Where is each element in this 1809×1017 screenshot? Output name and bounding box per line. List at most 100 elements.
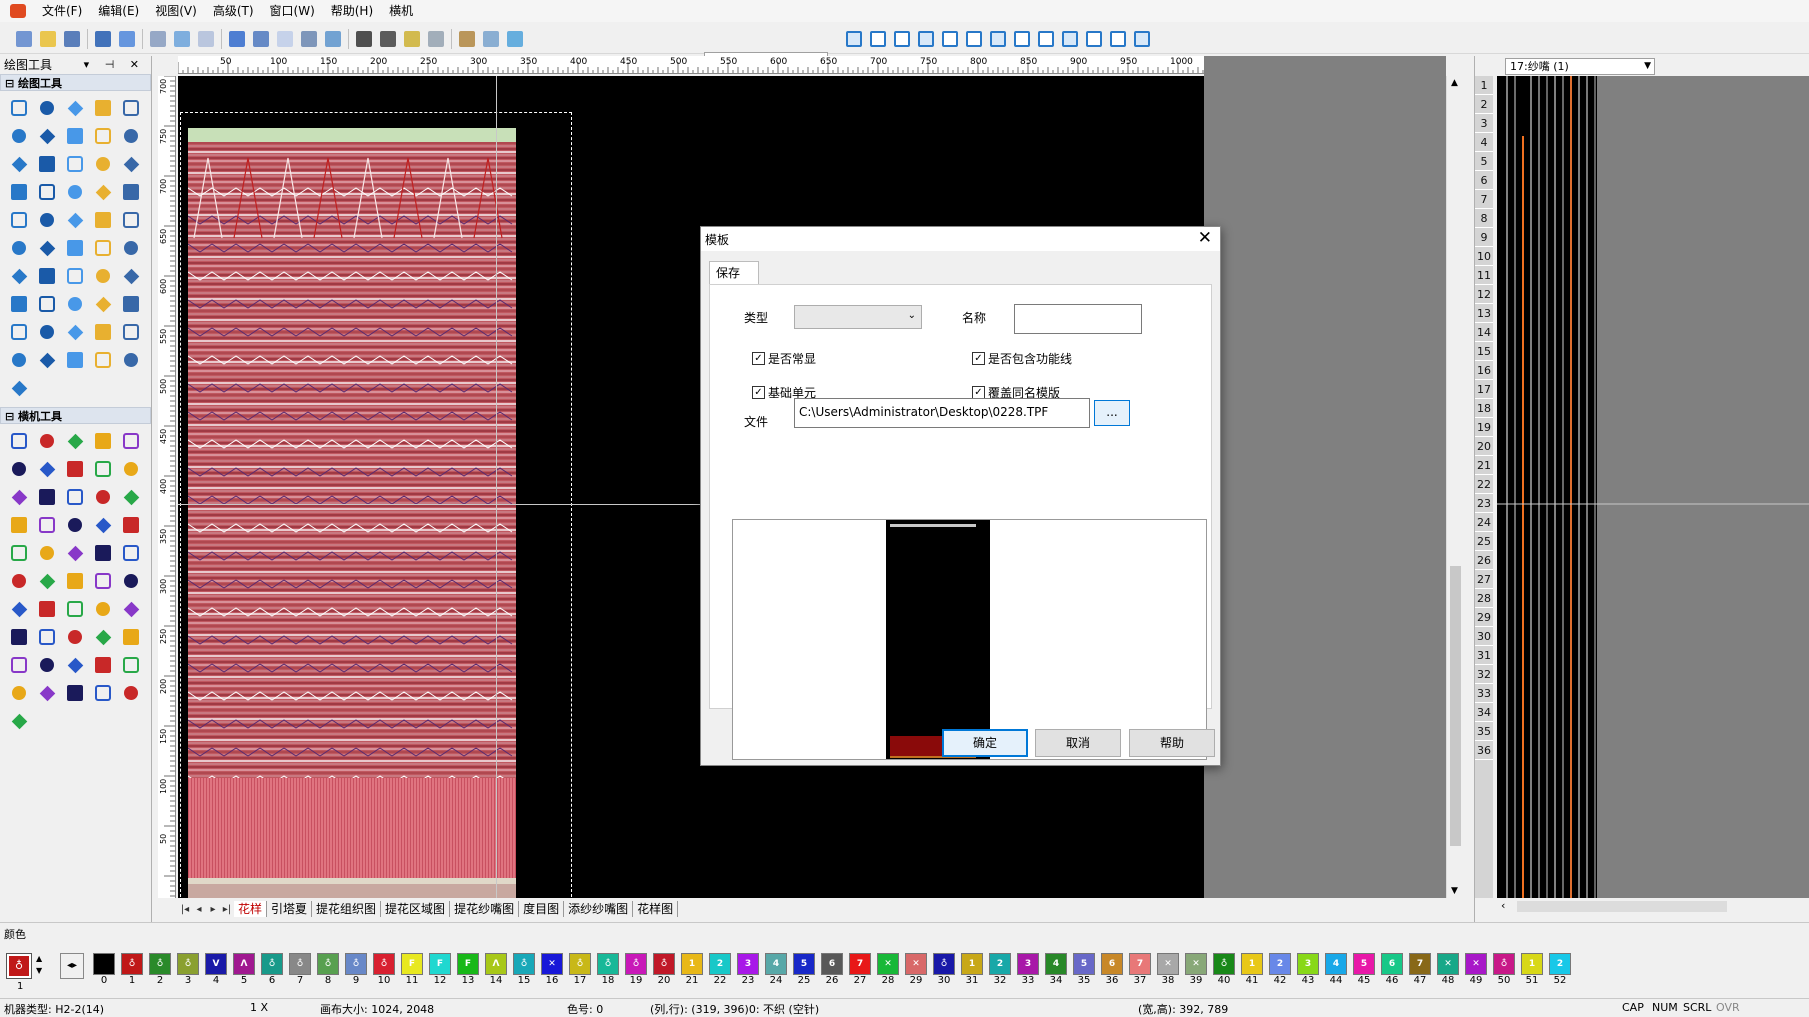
tool-button[interactable] bbox=[118, 596, 144, 622]
tool-button[interactable] bbox=[6, 347, 32, 373]
tool-button[interactable] bbox=[90, 95, 116, 121]
tool-button[interactable] bbox=[62, 95, 88, 121]
undo-button[interactable] bbox=[92, 28, 114, 50]
color-swatch-19[interactable]: ♁ 19 bbox=[624, 953, 648, 989]
tool-button[interactable] bbox=[6, 456, 32, 482]
checkbox-include-function-line[interactable]: ✓ 是否包含功能线 bbox=[972, 350, 1072, 367]
tool-button[interactable] bbox=[90, 207, 116, 233]
tab-pattern-view[interactable]: 花样图 bbox=[633, 901, 679, 917]
yarn-canvas[interactable] bbox=[1497, 76, 1809, 898]
tool-button[interactable] bbox=[6, 95, 32, 121]
align-button[interactable] bbox=[987, 28, 1009, 50]
color-swatch-16[interactable]: ✕ 16 bbox=[540, 953, 564, 989]
grid-button[interactable] bbox=[226, 28, 248, 50]
color-swatch-46[interactable]: 6 46 bbox=[1380, 953, 1404, 989]
tool-button[interactable] bbox=[90, 291, 116, 317]
arc-button[interactable] bbox=[322, 28, 344, 50]
menu-view[interactable]: 视图(V) bbox=[147, 0, 205, 22]
menu-file[interactable]: 文件(F) bbox=[34, 0, 90, 22]
tool-button[interactable] bbox=[118, 456, 144, 482]
menu-flat-knitting[interactable]: 横机 bbox=[381, 0, 421, 22]
tool-button[interactable] bbox=[6, 652, 32, 678]
color-swatch-9[interactable]: ♁ 9 bbox=[344, 953, 368, 989]
tool-button[interactable] bbox=[62, 207, 88, 233]
tool-button[interactable] bbox=[62, 680, 88, 706]
align-button[interactable] bbox=[867, 28, 889, 50]
tool-button[interactable] bbox=[34, 456, 60, 482]
dialog-titlebar[interactable]: 模板 ✕ bbox=[701, 227, 1220, 251]
tool-button[interactable] bbox=[6, 484, 32, 510]
scroll-down-icon[interactable]: ▼ bbox=[1451, 886, 1458, 896]
redo-button[interactable] bbox=[116, 28, 138, 50]
color-swatch-6[interactable]: ♁ 6 bbox=[260, 953, 284, 989]
color-swatch-24[interactable]: 4 24 bbox=[764, 953, 788, 989]
color-swatch-12[interactable]: F 12 bbox=[428, 953, 452, 989]
menu-window[interactable]: 窗口(W) bbox=[262, 0, 323, 22]
tool-button[interactable] bbox=[34, 596, 60, 622]
color-swatch-31[interactable]: 1 31 bbox=[960, 953, 984, 989]
color-swatch-41[interactable]: 1 41 bbox=[1240, 953, 1264, 989]
tab-save[interactable]: 保存 bbox=[709, 261, 759, 285]
tool-button[interactable] bbox=[34, 347, 60, 373]
tab-jacquard-area[interactable]: 提花区域图 bbox=[381, 901, 451, 917]
tool-button[interactable] bbox=[6, 568, 32, 594]
tool-button[interactable] bbox=[90, 263, 116, 289]
frame-button[interactable] bbox=[274, 28, 296, 50]
tool-button[interactable] bbox=[62, 540, 88, 566]
horizontal-scrollbar[interactable]: ‹ bbox=[1497, 898, 1809, 916]
tool-button[interactable] bbox=[34, 652, 60, 678]
next-tab-icon[interactable]: ▸ bbox=[206, 904, 220, 915]
color-swatch-51[interactable]: 1 51 bbox=[1520, 953, 1544, 989]
tool-button[interactable] bbox=[90, 680, 116, 706]
align-button[interactable] bbox=[843, 28, 865, 50]
tool-button[interactable] bbox=[34, 680, 60, 706]
color-swatch-49[interactable]: ✕ 49 bbox=[1464, 953, 1488, 989]
color-swatch-5[interactable]: Λ5 bbox=[232, 953, 256, 989]
tool-button[interactable] bbox=[62, 151, 88, 177]
tool-button[interactable] bbox=[6, 680, 32, 706]
tool-button[interactable] bbox=[6, 319, 32, 345]
color-swatch-52[interactable]: 2 52 bbox=[1548, 953, 1572, 989]
tool-button[interactable] bbox=[6, 708, 32, 734]
help-button[interactable]: 帮助 bbox=[1129, 729, 1215, 757]
align-button[interactable] bbox=[891, 28, 913, 50]
color-swatch-17[interactable]: ♁ 17 bbox=[568, 953, 592, 989]
palette-scroll-left[interactable]: ◂▸ bbox=[60, 953, 84, 979]
tool-button[interactable] bbox=[62, 263, 88, 289]
section-draw-tools[interactable]: ⊟ 绘图工具 bbox=[0, 74, 151, 91]
tool-button[interactable] bbox=[118, 484, 144, 510]
tool-button[interactable] bbox=[62, 291, 88, 317]
align-button[interactable] bbox=[915, 28, 937, 50]
open-button[interactable] bbox=[37, 28, 59, 50]
tool-button[interactable] bbox=[90, 456, 116, 482]
color-swatch-39[interactable]: ✕ 39 bbox=[1184, 953, 1208, 989]
tool-button[interactable] bbox=[34, 263, 60, 289]
tool-button[interactable] bbox=[6, 375, 32, 401]
block-button[interactable] bbox=[401, 28, 423, 50]
section-machine-tools[interactable]: ⊟ 横机工具 bbox=[0, 407, 151, 424]
tool-button[interactable] bbox=[118, 347, 144, 373]
tool-button[interactable] bbox=[34, 179, 60, 205]
current-color[interactable]: ♁ bbox=[6, 953, 32, 979]
tool-button[interactable] bbox=[6, 596, 32, 622]
menu-edit[interactable]: 编辑(E) bbox=[90, 0, 147, 22]
type-combo[interactable]: ⌄ bbox=[794, 305, 922, 329]
color-swatch-34[interactable]: 4 34 bbox=[1044, 953, 1068, 989]
tool-button[interactable] bbox=[90, 568, 116, 594]
tool-button[interactable] bbox=[34, 151, 60, 177]
tool-button[interactable] bbox=[6, 235, 32, 261]
color-swatch-14[interactable]: Λ 14 bbox=[484, 953, 508, 989]
tool-button[interactable] bbox=[118, 235, 144, 261]
tool-button[interactable] bbox=[34, 484, 60, 510]
scroll-left-icon[interactable]: ‹ bbox=[1501, 899, 1505, 912]
color-swatch-3[interactable]: ♁ 3 bbox=[176, 953, 200, 989]
color-swatch-48[interactable]: ✕ 48 bbox=[1436, 953, 1460, 989]
tool-button[interactable] bbox=[34, 624, 60, 650]
align-button[interactable] bbox=[1035, 28, 1057, 50]
color-swatch-38[interactable]: ✕ 38 bbox=[1156, 953, 1180, 989]
info-button[interactable] bbox=[250, 28, 272, 50]
color-swatch-15[interactable]: ♁ 15 bbox=[512, 953, 536, 989]
align-button[interactable] bbox=[939, 28, 961, 50]
paste-button[interactable] bbox=[195, 28, 217, 50]
tool-button[interactable] bbox=[6, 179, 32, 205]
